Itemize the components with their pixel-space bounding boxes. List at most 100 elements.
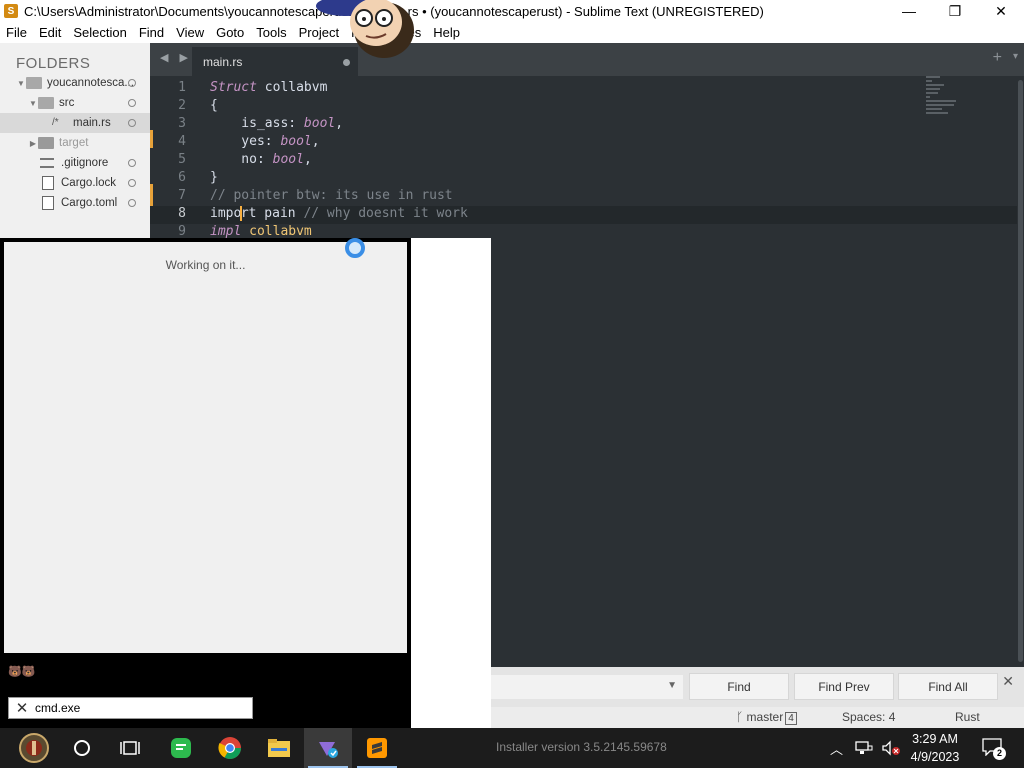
sublime-text-icon [367, 738, 387, 758]
branch-count-badge: 4 [785, 712, 797, 725]
open-file-dot-icon [128, 119, 136, 127]
expanded-arrow-icon[interactable]: ▼ [16, 79, 26, 88]
menu-tools[interactable]: Tools [250, 25, 292, 40]
syntax-status[interactable]: Rust [955, 710, 980, 724]
git-branch-icon: ᚴ [736, 710, 747, 724]
task-view-button[interactable] [106, 728, 154, 768]
maximize-button[interactable]: ❐ [932, 0, 978, 22]
code-line[interactable]: 7 // pointer btw: its use in rust [150, 188, 1024, 206]
clear-close-icon[interactable]: ✕ [9, 699, 35, 717]
status-bar: ᚴ master 4 Spaces: 4 Rust [491, 707, 1024, 728]
start-button[interactable] [10, 728, 58, 768]
collapsed-arrow-icon[interactable]: ▶ [28, 139, 38, 148]
scrollbar-thumb[interactable] [1018, 80, 1023, 662]
editor-scrollbar[interactable] [1017, 76, 1024, 667]
taskbar: Installer version 3.5.2145.59678 ︿ 3:29 … [0, 728, 1024, 768]
blank-pane [411, 238, 491, 728]
code-token: bool [272, 152, 304, 167]
file-explorer-icon [268, 739, 290, 757]
tab-bar: ◀ ▶ main.rs + ▾ [150, 43, 1024, 76]
tree-item-cargo-lock[interactable]: Cargo.lock [0, 173, 150, 193]
code-token: // pointer btw: its use in rust [210, 188, 453, 203]
open-file-dot-icon [128, 159, 136, 167]
tab-list-chevron-icon[interactable]: ▾ [1013, 51, 1018, 62]
new-tab-plus-icon[interactable]: + [993, 49, 1002, 67]
line-number: 7 [178, 188, 186, 203]
run-command-input[interactable]: ✕ cmd.exe [8, 697, 253, 719]
tree-item-gitignore[interactable]: .gitignore [0, 153, 150, 173]
show-hidden-icons-chevron-icon[interactable]: ︿ [830, 739, 843, 758]
volume-muted-icon[interactable] [881, 740, 901, 756]
taskbar-app-explorer[interactable] [255, 728, 303, 768]
action-center-button[interactable]: 2 [982, 738, 1006, 760]
find-prev-button[interactable]: Find Prev [794, 673, 894, 700]
working-message: Working on it... [165, 258, 246, 272]
file-icon [42, 176, 54, 190]
taskbar-app-notes[interactable] [157, 728, 205, 768]
code-line[interactable]: 4 yes: bool, [150, 134, 1024, 152]
code-token: { [210, 98, 218, 113]
code-line[interactable]: 3 is_ass: bool, [150, 116, 1024, 134]
code-token: yes: [210, 134, 281, 149]
close-button[interactable]: ✕ [978, 0, 1024, 22]
menu-help[interactable]: Help [427, 25, 466, 40]
tab-nav-arrows[interactable]: ◀ ▶ [160, 51, 192, 64]
find-all-button[interactable]: Find All [898, 673, 998, 700]
code-line[interactable]: 1 Struct collabvm [150, 80, 1024, 98]
menu-view[interactable]: View [170, 25, 210, 40]
cortana-search-button[interactable] [58, 728, 106, 768]
taskbar-app-sublime[interactable] [353, 728, 401, 768]
unsaved-dot-icon[interactable] [343, 59, 350, 66]
line-number: 2 [178, 98, 186, 113]
menu-find[interactable]: Find [133, 25, 170, 40]
tree-item-cargo-toml[interactable]: Cargo.toml [0, 193, 150, 213]
cortana-circle-icon [74, 740, 90, 756]
tab-label: main.rs [203, 54, 243, 69]
menu-edit[interactable]: Edit [33, 25, 67, 40]
tree-item-project-folder[interactable]: ▼ youcannotesca... [0, 73, 150, 93]
indentation-status[interactable]: Spaces: 4 [842, 710, 895, 724]
menu-selection[interactable]: Selection [67, 25, 132, 40]
code-token: rt pain [240, 206, 304, 221]
desktop: S C:\Users\Administrator\Documents\youca… [0, 0, 1024, 768]
task-view-icon [120, 741, 140, 755]
notification-count-badge: 2 [993, 747, 1006, 760]
line-source: yes: bool, [210, 134, 319, 149]
git-branch-status[interactable]: ᚴ master 4 [736, 710, 797, 725]
tree-item-src[interactable]: ▼ src [0, 93, 150, 113]
code-line[interactable]: 2{ [150, 98, 1024, 116]
minimap[interactable] [926, 76, 966, 126]
tree-item-main-rs[interactable]: /* main.rs [0, 113, 150, 133]
taskbar-app-chrome[interactable] [206, 728, 254, 768]
text-file-icon [40, 158, 54, 168]
code-token: collabvm [256, 80, 328, 95]
folders-heading: FOLDERS [16, 55, 91, 72]
start-logo-icon [19, 733, 49, 763]
tree-item-target[interactable]: ▶ target [0, 133, 150, 153]
code-line[interactable]: 5 no: bool, [150, 152, 1024, 170]
code-token: , [303, 152, 312, 167]
menu-goto[interactable]: Goto [210, 25, 250, 40]
find-button[interactable]: Find [689, 673, 789, 700]
tree-item-label: Cargo.toml [61, 197, 118, 209]
network-icon[interactable] [855, 740, 873, 756]
clock-time: 3:29 AM [912, 732, 958, 746]
code-token: impo [210, 206, 242, 221]
code-token: collabvm [241, 224, 312, 239]
code-token: } [210, 170, 218, 185]
line-number: 5 [178, 152, 186, 167]
line-number: 3 [178, 116, 186, 131]
close-find-icon[interactable]: ✕ [1002, 673, 1014, 690]
find-input[interactable]: ▼ [491, 675, 683, 699]
line-source: impl collabvm [210, 224, 312, 239]
command-value[interactable]: cmd.exe [35, 701, 80, 715]
minimize-button[interactable]: — [886, 0, 932, 22]
taskbar-clock[interactable]: 3:29 AM 4/9/2023 [900, 730, 970, 766]
code-line[interactable]: 8 import pain // why doesnt it work [150, 206, 1024, 224]
find-history-dropdown-icon[interactable]: ▼ [667, 680, 677, 691]
expanded-arrow-icon[interactable]: ▼ [28, 99, 38, 108]
taskbar-app-visual-studio[interactable] [304, 728, 352, 768]
clock-date: 4/9/2023 [910, 750, 960, 764]
code-line[interactable]: 6} [150, 170, 1024, 188]
menu-file[interactable]: File [0, 25, 33, 40]
